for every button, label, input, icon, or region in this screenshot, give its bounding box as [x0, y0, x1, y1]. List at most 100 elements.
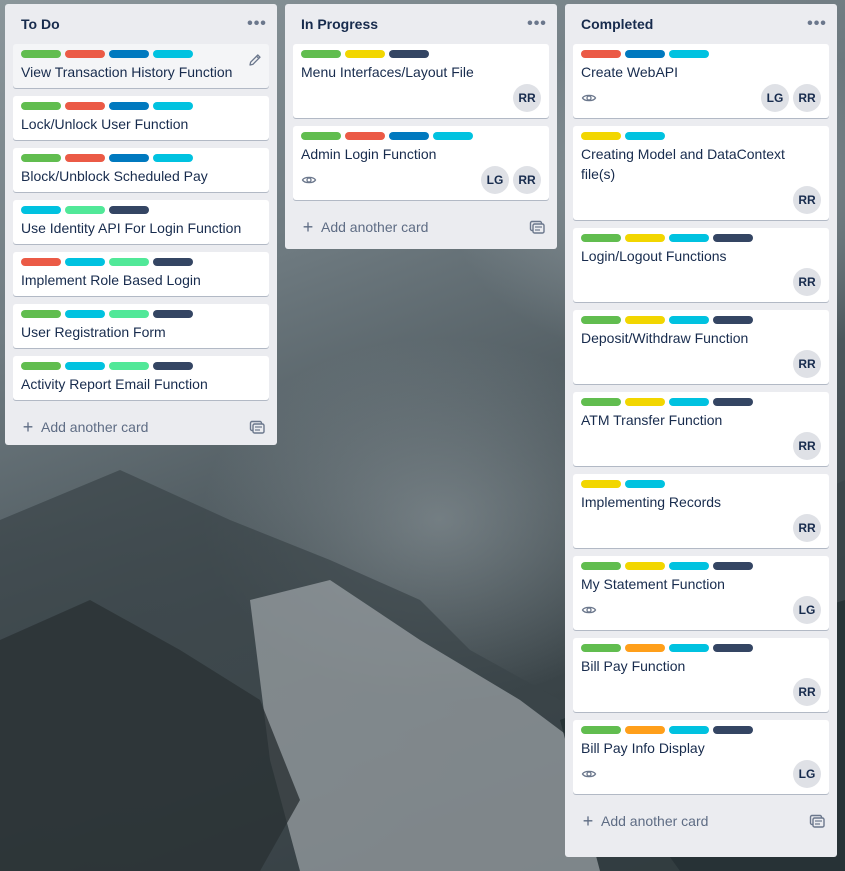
card[interactable]: Block/Unblock Scheduled Pay [13, 148, 269, 192]
card[interactable]: Menu Interfaces/Layout File RR [293, 44, 549, 118]
label-sky[interactable] [625, 480, 665, 488]
label-black[interactable] [153, 310, 193, 318]
label-sky[interactable] [669, 50, 709, 58]
card[interactable]: Lock/Unlock User Function [13, 96, 269, 140]
avatar[interactable]: LG [481, 166, 509, 194]
label-green[interactable] [301, 132, 341, 140]
label-sky[interactable] [153, 102, 193, 110]
card-template-icon[interactable] [529, 219, 545, 235]
label-sky[interactable] [65, 362, 105, 370]
label-black[interactable] [109, 206, 149, 214]
label-black[interactable] [713, 562, 753, 570]
label-sky[interactable] [153, 50, 193, 58]
label-red[interactable] [65, 50, 105, 58]
pencil-icon[interactable] [247, 52, 263, 68]
avatar[interactable]: RR [793, 186, 821, 214]
card[interactable]: Create WebAPI LG RR [573, 44, 829, 118]
label-black[interactable] [713, 316, 753, 324]
label-yellow[interactable] [625, 562, 665, 570]
label-sky[interactable] [625, 132, 665, 140]
label-blue[interactable] [109, 102, 149, 110]
avatar[interactable]: RR [793, 432, 821, 460]
avatar[interactable]: LG [793, 596, 821, 624]
label-green[interactable] [21, 102, 61, 110]
card[interactable]: Use Identity API For Login Function [13, 200, 269, 244]
label-red[interactable] [581, 50, 621, 58]
list-menu-icon[interactable]: ••• [805, 12, 829, 36]
avatar[interactable]: RR [793, 514, 821, 542]
label-green[interactable] [301, 50, 341, 58]
card[interactable]: Bill Pay Info Display LG [573, 720, 829, 794]
label-yellow[interactable] [581, 480, 621, 488]
avatar[interactable]: RR [513, 84, 541, 112]
label-sky[interactable] [65, 258, 105, 266]
card[interactable]: Creating Model and DataContext file(s) RR [573, 126, 829, 220]
label-sky[interactable] [153, 154, 193, 162]
label-green[interactable] [581, 562, 621, 570]
card[interactable]: Activity Report Email Function [13, 356, 269, 400]
label-sky[interactable] [669, 398, 709, 406]
avatar[interactable]: LG [793, 760, 821, 788]
label-sky[interactable] [669, 726, 709, 734]
card[interactable]: Implementing Records RR [573, 474, 829, 548]
label-green[interactable] [581, 234, 621, 242]
label-sky[interactable] [669, 644, 709, 652]
label-lime[interactable] [109, 362, 149, 370]
label-red[interactable] [65, 154, 105, 162]
avatar[interactable]: LG [761, 84, 789, 112]
label-lime[interactable] [109, 258, 149, 266]
label-black[interactable] [713, 644, 753, 652]
label-black[interactable] [713, 234, 753, 242]
label-yellow[interactable] [581, 132, 621, 140]
card[interactable]: Deposit/Withdraw Function RR [573, 310, 829, 384]
label-sky[interactable] [669, 562, 709, 570]
label-blue[interactable] [389, 132, 429, 140]
list-menu-icon[interactable]: ••• [525, 12, 549, 36]
label-black[interactable] [389, 50, 429, 58]
avatar[interactable]: RR [793, 678, 821, 706]
add-card-button[interactable]: + Add another card [581, 812, 709, 830]
avatar[interactable]: RR [793, 268, 821, 296]
label-orange[interactable] [625, 644, 665, 652]
label-red[interactable] [345, 132, 385, 140]
label-sky[interactable] [21, 206, 61, 214]
avatar[interactable]: RR [793, 84, 821, 112]
card[interactable]: ATM Transfer Function RR [573, 392, 829, 466]
card[interactable]: Implement Role Based Login [13, 252, 269, 296]
label-green[interactable] [581, 316, 621, 324]
card[interactable]: Login/Logout Functions RR [573, 228, 829, 302]
list-title[interactable]: Completed [581, 16, 653, 32]
label-green[interactable] [581, 398, 621, 406]
label-lime[interactable] [65, 206, 105, 214]
label-sky[interactable] [433, 132, 473, 140]
label-black[interactable] [713, 398, 753, 406]
label-red[interactable] [65, 102, 105, 110]
label-black[interactable] [153, 362, 193, 370]
label-sky[interactable] [669, 234, 709, 242]
label-yellow[interactable] [625, 234, 665, 242]
card[interactable]: Bill Pay Function RR [573, 638, 829, 712]
card[interactable]: My Statement Function LG [573, 556, 829, 630]
card-template-icon[interactable] [809, 813, 825, 829]
card[interactable]: User Registration Form [13, 304, 269, 348]
label-sky[interactable] [65, 310, 105, 318]
list-menu-icon[interactable]: ••• [245, 12, 269, 36]
label-black[interactable] [713, 726, 753, 734]
label-yellow[interactable] [625, 398, 665, 406]
label-sky[interactable] [669, 316, 709, 324]
label-red[interactable] [21, 258, 61, 266]
label-blue[interactable] [109, 50, 149, 58]
list-title[interactable]: To Do [21, 16, 60, 32]
label-orange[interactable] [625, 726, 665, 734]
label-green[interactable] [21, 362, 61, 370]
card[interactable]: View Transaction History Function [13, 44, 269, 88]
avatar[interactable]: RR [513, 166, 541, 194]
label-black[interactable] [153, 258, 193, 266]
label-lime[interactable] [109, 310, 149, 318]
add-card-button[interactable]: + Add another card [301, 218, 429, 236]
label-green[interactable] [21, 50, 61, 58]
avatar[interactable]: RR [793, 350, 821, 378]
label-green[interactable] [581, 726, 621, 734]
label-blue[interactable] [109, 154, 149, 162]
label-blue[interactable] [625, 50, 665, 58]
